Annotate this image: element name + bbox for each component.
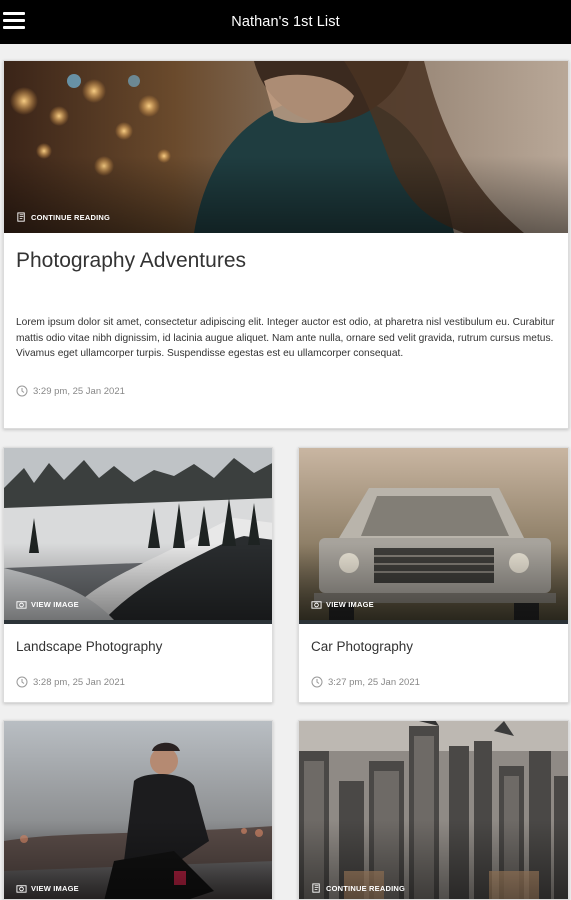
post-card-portrait[interactable]: VIEW IMAGE xyxy=(3,720,273,900)
clock-icon xyxy=(16,385,28,397)
badge-label: VIEW IMAGE xyxy=(31,600,79,609)
camera-icon xyxy=(16,601,27,609)
post-card-city[interactable]: CONTINUE READING xyxy=(298,720,569,900)
top-app-bar: Nathan's 1st List xyxy=(0,0,571,44)
post-card-car[interactable]: VIEW IMAGE Car Photography 3:27 pm, 25 J… xyxy=(298,447,569,703)
post-timestamp: 3:29 pm, 25 Jan 2021 xyxy=(16,385,125,397)
view-image-badge[interactable]: VIEW IMAGE xyxy=(311,599,374,610)
page-title: Nathan's 1st List xyxy=(231,14,340,30)
post-timestamp: 3:27 pm, 25 Jan 2021 xyxy=(311,676,420,688)
post-image-woman[interactable]: CONTINUE READING xyxy=(4,61,568,233)
camera-icon xyxy=(311,601,322,609)
badge-label: CONTINUE READING xyxy=(31,213,111,222)
post-excerpt: Lorem ipsum dolor sit amet, consectetur … xyxy=(16,317,555,359)
clock-icon xyxy=(16,676,28,688)
post-image-city[interactable]: CONTINUE READING xyxy=(299,721,568,899)
document-icon xyxy=(17,212,25,222)
post-title[interactable]: Photography Adventures xyxy=(16,249,246,273)
post-title[interactable]: Car Photography xyxy=(311,639,413,654)
clock-icon xyxy=(311,676,323,688)
continue-reading-badge[interactable]: CONTINUE READING xyxy=(16,212,110,223)
post-image-man[interactable]: VIEW IMAGE xyxy=(4,721,272,899)
post-title[interactable]: Landscape Photography xyxy=(16,639,162,654)
post-timestamp: 3:28 pm, 25 Jan 2021 xyxy=(16,676,125,688)
hamburger-menu-icon[interactable] xyxy=(3,12,25,30)
post-card-landscape[interactable]: VIEW IMAGE Landscape Photography 3:28 pm… xyxy=(3,447,273,703)
badge-label: VIEW IMAGE xyxy=(326,600,374,609)
featured-post-card[interactable]: CONTINUE READING Photography Adventures … xyxy=(3,60,569,429)
post-image-car[interactable]: VIEW IMAGE xyxy=(299,448,568,624)
post-image-landscape[interactable]: VIEW IMAGE xyxy=(4,448,272,624)
view-image-badge[interactable]: VIEW IMAGE xyxy=(16,599,79,610)
